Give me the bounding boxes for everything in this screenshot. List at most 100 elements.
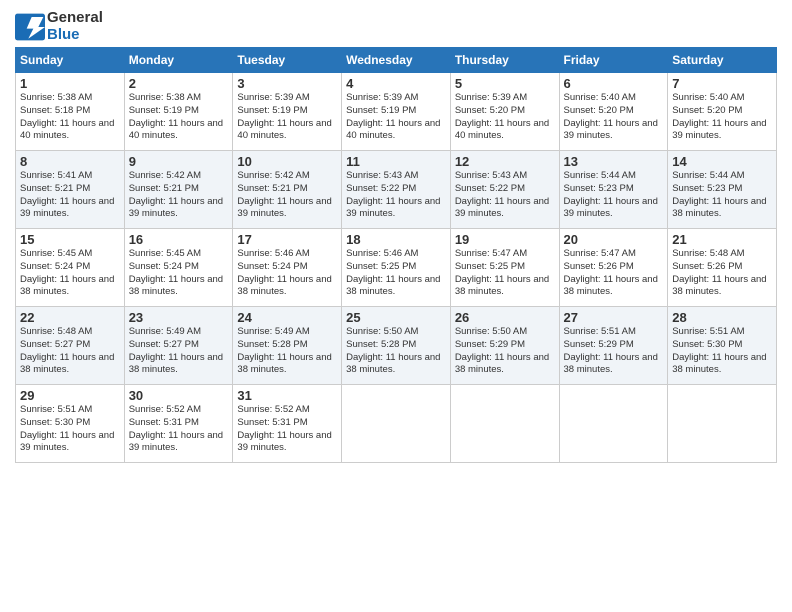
- day-info: Sunrise: 5:46 AMSunset: 5:25 PMDaylight:…: [346, 248, 440, 297]
- day-info: Sunrise: 5:49 AMSunset: 5:28 PMDaylight:…: [237, 326, 331, 375]
- day-info: Sunrise: 5:40 AMSunset: 5:20 PMDaylight:…: [564, 92, 658, 141]
- calendar-day-cell: 14Sunrise: 5:44 AMSunset: 5:23 PMDayligh…: [668, 151, 777, 229]
- day-info: Sunrise: 5:45 AMSunset: 5:24 PMDaylight:…: [20, 248, 114, 297]
- calendar-week-row: 15Sunrise: 5:45 AMSunset: 5:24 PMDayligh…: [16, 229, 777, 307]
- calendar-day-cell: 27Sunrise: 5:51 AMSunset: 5:29 PMDayligh…: [559, 307, 668, 385]
- day-number: 16: [129, 232, 229, 247]
- day-info: Sunrise: 5:38 AMSunset: 5:19 PMDaylight:…: [129, 92, 223, 141]
- calendar-day-cell: 21Sunrise: 5:48 AMSunset: 5:26 PMDayligh…: [668, 229, 777, 307]
- day-number: 26: [455, 310, 555, 325]
- day-number: 14: [672, 154, 772, 169]
- weekday-header-cell: Saturday: [668, 48, 777, 73]
- calendar-day-cell: 7Sunrise: 5:40 AMSunset: 5:20 PMDaylight…: [668, 73, 777, 151]
- calendar-day-cell: 4Sunrise: 5:39 AMSunset: 5:19 PMDaylight…: [342, 73, 451, 151]
- day-info: Sunrise: 5:39 AMSunset: 5:19 PMDaylight:…: [237, 92, 331, 141]
- page-header: General Blue: [15, 10, 777, 43]
- day-info: Sunrise: 5:44 AMSunset: 5:23 PMDaylight:…: [564, 170, 658, 219]
- day-number: 20: [564, 232, 664, 247]
- day-number: 10: [237, 154, 337, 169]
- calendar-day-cell: 3Sunrise: 5:39 AMSunset: 5:19 PMDaylight…: [233, 73, 342, 151]
- calendar-day-cell: 5Sunrise: 5:39 AMSunset: 5:20 PMDaylight…: [450, 73, 559, 151]
- day-number: 5: [455, 76, 555, 91]
- calendar-table: SundayMondayTuesdayWednesdayThursdayFrid…: [15, 47, 777, 463]
- day-number: 7: [672, 76, 772, 91]
- day-info: Sunrise: 5:52 AMSunset: 5:31 PMDaylight:…: [237, 404, 331, 453]
- day-number: 17: [237, 232, 337, 247]
- calendar-day-cell: [450, 385, 559, 463]
- day-info: Sunrise: 5:38 AMSunset: 5:18 PMDaylight:…: [20, 92, 114, 141]
- calendar-day-cell: 22Sunrise: 5:48 AMSunset: 5:27 PMDayligh…: [16, 307, 125, 385]
- calendar-day-cell: 6Sunrise: 5:40 AMSunset: 5:20 PMDaylight…: [559, 73, 668, 151]
- day-number: 23: [129, 310, 229, 325]
- page-container: General Blue SundayMondayTuesdayWednesda…: [0, 0, 792, 468]
- day-info: Sunrise: 5:50 AMSunset: 5:28 PMDaylight:…: [346, 326, 440, 375]
- day-info: Sunrise: 5:52 AMSunset: 5:31 PMDaylight:…: [129, 404, 223, 453]
- day-info: Sunrise: 5:43 AMSunset: 5:22 PMDaylight:…: [346, 170, 440, 219]
- day-number: 28: [672, 310, 772, 325]
- weekday-header-cell: Friday: [559, 48, 668, 73]
- calendar-day-cell: 29Sunrise: 5:51 AMSunset: 5:30 PMDayligh…: [16, 385, 125, 463]
- day-number: 19: [455, 232, 555, 247]
- day-number: 22: [20, 310, 120, 325]
- day-number: 18: [346, 232, 446, 247]
- day-info: Sunrise: 5:48 AMSunset: 5:27 PMDaylight:…: [20, 326, 114, 375]
- calendar-day-cell: 20Sunrise: 5:47 AMSunset: 5:26 PMDayligh…: [559, 229, 668, 307]
- day-number: 2: [129, 76, 229, 91]
- day-number: 4: [346, 76, 446, 91]
- day-info: Sunrise: 5:51 AMSunset: 5:29 PMDaylight:…: [564, 326, 658, 375]
- day-number: 8: [20, 154, 120, 169]
- calendar-day-cell: 8Sunrise: 5:41 AMSunset: 5:21 PMDaylight…: [16, 151, 125, 229]
- day-info: Sunrise: 5:46 AMSunset: 5:24 PMDaylight:…: [237, 248, 331, 297]
- day-info: Sunrise: 5:48 AMSunset: 5:26 PMDaylight:…: [672, 248, 766, 297]
- day-number: 31: [237, 388, 337, 403]
- calendar-day-cell: 2Sunrise: 5:38 AMSunset: 5:19 PMDaylight…: [124, 73, 233, 151]
- day-number: 29: [20, 388, 120, 403]
- calendar-day-cell: [559, 385, 668, 463]
- calendar-body: 1Sunrise: 5:38 AMSunset: 5:18 PMDaylight…: [16, 73, 777, 463]
- calendar-day-cell: 18Sunrise: 5:46 AMSunset: 5:25 PMDayligh…: [342, 229, 451, 307]
- calendar-day-cell: 1Sunrise: 5:38 AMSunset: 5:18 PMDaylight…: [16, 73, 125, 151]
- calendar-week-row: 22Sunrise: 5:48 AMSunset: 5:27 PMDayligh…: [16, 307, 777, 385]
- calendar-day-cell: 28Sunrise: 5:51 AMSunset: 5:30 PMDayligh…: [668, 307, 777, 385]
- calendar-day-cell: [668, 385, 777, 463]
- calendar-day-cell: [342, 385, 451, 463]
- day-info: Sunrise: 5:51 AMSunset: 5:30 PMDaylight:…: [20, 404, 114, 453]
- day-info: Sunrise: 5:42 AMSunset: 5:21 PMDaylight:…: [237, 170, 331, 219]
- day-number: 6: [564, 76, 664, 91]
- calendar-day-cell: 25Sunrise: 5:50 AMSunset: 5:28 PMDayligh…: [342, 307, 451, 385]
- calendar-day-cell: 17Sunrise: 5:46 AMSunset: 5:24 PMDayligh…: [233, 229, 342, 307]
- calendar-day-cell: 16Sunrise: 5:45 AMSunset: 5:24 PMDayligh…: [124, 229, 233, 307]
- day-number: 12: [455, 154, 555, 169]
- day-number: 25: [346, 310, 446, 325]
- day-number: 9: [129, 154, 229, 169]
- day-info: Sunrise: 5:43 AMSunset: 5:22 PMDaylight:…: [455, 170, 549, 219]
- calendar-day-cell: 23Sunrise: 5:49 AMSunset: 5:27 PMDayligh…: [124, 307, 233, 385]
- weekday-header-cell: Sunday: [16, 48, 125, 73]
- day-number: 30: [129, 388, 229, 403]
- weekday-header-cell: Wednesday: [342, 48, 451, 73]
- weekday-header-row: SundayMondayTuesdayWednesdayThursdayFrid…: [16, 48, 777, 73]
- calendar-day-cell: 30Sunrise: 5:52 AMSunset: 5:31 PMDayligh…: [124, 385, 233, 463]
- day-number: 21: [672, 232, 772, 247]
- day-number: 27: [564, 310, 664, 325]
- weekday-header-cell: Thursday: [450, 48, 559, 73]
- logo: General Blue: [15, 10, 103, 43]
- day-number: 3: [237, 76, 337, 91]
- weekday-header-cell: Monday: [124, 48, 233, 73]
- day-info: Sunrise: 5:39 AMSunset: 5:19 PMDaylight:…: [346, 92, 440, 141]
- day-info: Sunrise: 5:51 AMSunset: 5:30 PMDaylight:…: [672, 326, 766, 375]
- day-info: Sunrise: 5:42 AMSunset: 5:21 PMDaylight:…: [129, 170, 223, 219]
- day-info: Sunrise: 5:44 AMSunset: 5:23 PMDaylight:…: [672, 170, 766, 219]
- day-number: 13: [564, 154, 664, 169]
- calendar-day-cell: 9Sunrise: 5:42 AMSunset: 5:21 PMDaylight…: [124, 151, 233, 229]
- day-info: Sunrise: 5:47 AMSunset: 5:25 PMDaylight:…: [455, 248, 549, 297]
- day-info: Sunrise: 5:39 AMSunset: 5:20 PMDaylight:…: [455, 92, 549, 141]
- logo-icon: [15, 13, 45, 41]
- logo-text: General Blue: [47, 10, 103, 43]
- calendar-day-cell: 11Sunrise: 5:43 AMSunset: 5:22 PMDayligh…: [342, 151, 451, 229]
- weekday-header-cell: Tuesday: [233, 48, 342, 73]
- calendar-day-cell: 15Sunrise: 5:45 AMSunset: 5:24 PMDayligh…: [16, 229, 125, 307]
- calendar-week-row: 1Sunrise: 5:38 AMSunset: 5:18 PMDaylight…: [16, 73, 777, 151]
- day-info: Sunrise: 5:49 AMSunset: 5:27 PMDaylight:…: [129, 326, 223, 375]
- day-number: 1: [20, 76, 120, 91]
